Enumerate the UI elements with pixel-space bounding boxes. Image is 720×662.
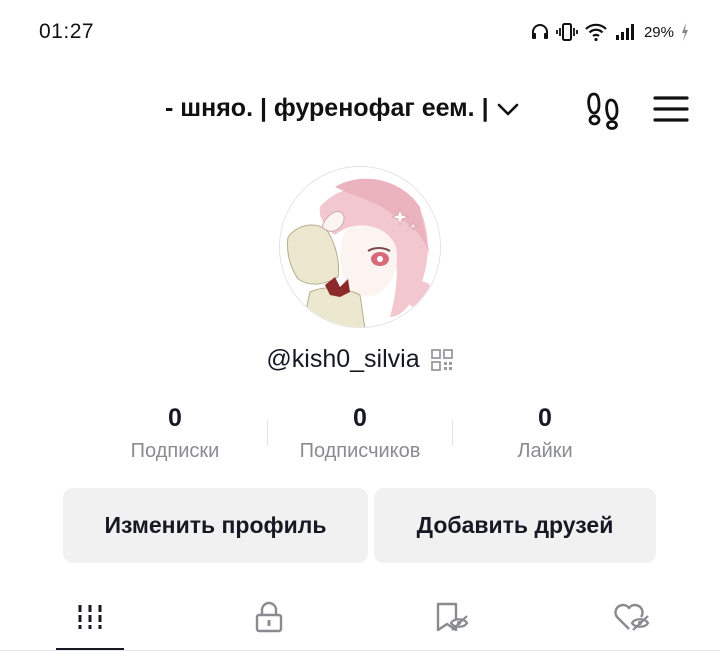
- account-switcher[interactable]: - шняо. | фуренофаг еем. |: [165, 94, 521, 123]
- liked-hidden-icon: [614, 603, 650, 631]
- qr-code-icon[interactable]: [430, 348, 454, 372]
- stat-following-value: 0: [168, 404, 182, 432]
- profile-avatar[interactable]: [279, 166, 441, 328]
- status-bar: 01:27 29%: [0, 0, 720, 62]
- status-icons: 29%: [530, 18, 690, 46]
- username-row: @kish0_silvia: [0, 345, 720, 374]
- profile-header: - шняо. | фуренофаг еем. |: [0, 80, 720, 140]
- chevron-down-icon: [497, 103, 518, 115]
- battery-charging-icon: [682, 23, 688, 41]
- grid-icon: [78, 605, 102, 629]
- tab-liked[interactable]: [597, 585, 667, 649]
- stat-likes-label: Лайки: [517, 440, 573, 462]
- profile-stats: 0 Подписки 0 Подписчиков 0 Лайки: [0, 402, 720, 472]
- stat-likes-value: 0: [538, 404, 552, 432]
- tab-videos[interactable]: [56, 585, 124, 649]
- headphones-icon: [531, 24, 548, 39]
- stat-divider: [452, 420, 453, 446]
- account-name: - шняо. | фуренофаг еем. |: [165, 94, 489, 122]
- tab-favorites[interactable]: [417, 585, 487, 649]
- bookmark-hidden-icon: [436, 602, 469, 632]
- battery-percent: 29%: [643, 23, 674, 41]
- stat-followers-label: Подписчиков: [299, 440, 421, 462]
- tab-private[interactable]: [234, 585, 304, 649]
- lock-icon: [255, 601, 283, 633]
- username: @kish0_silvia: [266, 345, 420, 373]
- status-time: 01:27: [39, 20, 95, 43]
- wifi-icon: [585, 23, 607, 42]
- content-tabs: [0, 585, 720, 662]
- add-friends-button[interactable]: Добавить друзей: [374, 488, 656, 563]
- stat-followers[interactable]: 0 Подписчиков: [270, 402, 450, 463]
- stat-likes[interactable]: 0 Лайки: [455, 402, 635, 463]
- vibrate-icon: [556, 23, 578, 41]
- menu-icon[interactable]: [653, 94, 689, 124]
- stat-divider: [267, 420, 268, 446]
- edit-profile-button[interactable]: Изменить профиль: [63, 488, 368, 563]
- tabs-divider: [0, 650, 720, 651]
- avatar-illustration: [280, 167, 440, 327]
- stat-following[interactable]: 0 Подписки: [85, 402, 265, 463]
- stat-following-label: Подписки: [130, 440, 220, 462]
- footprints-icon[interactable]: [585, 90, 623, 130]
- signal-icon: [615, 24, 634, 40]
- stat-followers-value: 0: [353, 404, 367, 432]
